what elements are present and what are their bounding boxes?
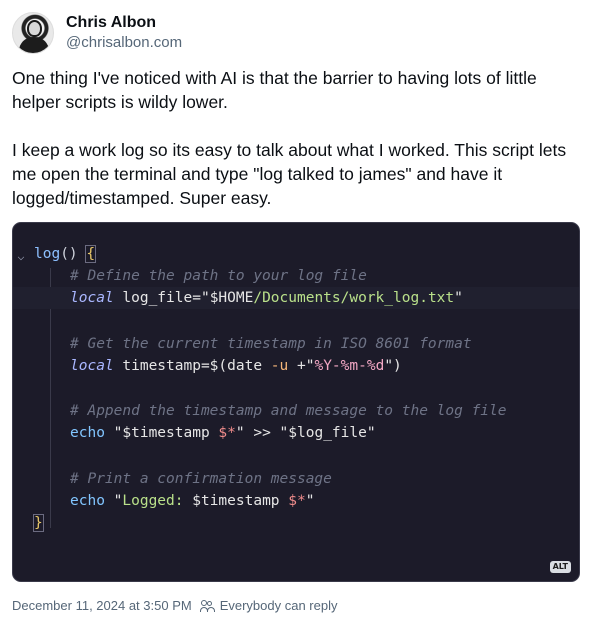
code-token: { [85,245,97,263]
code-token: ") [384,358,402,374]
code-token: echo [70,493,105,509]
code-token: } [33,514,44,532]
code-comment: # Define the path to your log file [70,268,367,284]
code-line-5: # Get the current timestamp in ISO 8601 … [13,333,579,355]
code-token: Logged: [122,493,193,509]
code-token: () [60,246,87,262]
code-line-11: # Print a confirmation message [13,468,579,490]
code-line-1: log() { [13,243,579,265]
code-token: " [454,290,463,306]
code-token: " [104,493,123,509]
avatar[interactable] [12,12,54,54]
author-display-name[interactable]: Chris Albon [66,13,182,33]
code-token: local [70,290,114,306]
code-token: "$timestamp [104,425,219,441]
code-token: $* [218,425,236,441]
code-line-13: } [13,512,579,534]
post-body-text: One thing I've noticed with AI is that t… [12,68,567,208]
code-token: $HOME [209,290,254,306]
code-line-12: echo "Logged: $timestamp $*" [13,490,579,512]
code-token: echo [70,425,105,441]
people-icon [199,599,216,613]
code-comment: # Print a confirmation message [70,471,332,487]
code-token: local [70,358,114,374]
author-names: Chris Albon @chrisalbon.com [66,13,182,53]
code-line-2: # Define the path to your log file [13,265,579,287]
code-screenshot-image[interactable]: ⌵ log() { # Define the path to your log … [12,222,580,582]
alt-text-badge[interactable]: ALT [549,561,571,573]
code-line-9: echo "$timestamp $*" >> "$log_file" [13,422,579,444]
code-comment: # Get the current timestamp in ISO 8601 … [70,336,472,352]
code-token: -u [270,358,289,374]
code-token: $* [288,493,306,509]
code-token: " [305,493,315,509]
code-token: +" [288,358,315,374]
code-token: log_file=" [113,290,210,306]
code-token: timestamp=$(date [113,358,271,374]
code-line-6: local timestamp=$(date -u +"%Y-%m-%d") [13,355,579,377]
code-token: /Documents/work_log.txt [253,290,455,306]
code-token: log [34,246,61,262]
code-comment: # Append the timestamp and message to th… [70,403,507,419]
code-token: " >> "$log_file" [235,425,376,441]
code-line-8: # Append the timestamp and message to th… [13,400,579,422]
post-header: Chris Albon @chrisalbon.com [12,12,182,54]
post-timestamp[interactable]: December 11, 2024 at 3:50 PM [12,598,192,613]
post-footer: December 11, 2024 at 3:50 PM Everybody c… [12,598,337,613]
code-token: $timestamp [192,493,289,509]
code-token: %Y-%m-%d [314,358,385,374]
author-handle[interactable]: @chrisalbon.com [66,33,182,53]
code-line-3: local log_file="$HOME/Documents/work_log… [13,287,579,309]
reply-setting: Everybody can reply [219,598,338,613]
